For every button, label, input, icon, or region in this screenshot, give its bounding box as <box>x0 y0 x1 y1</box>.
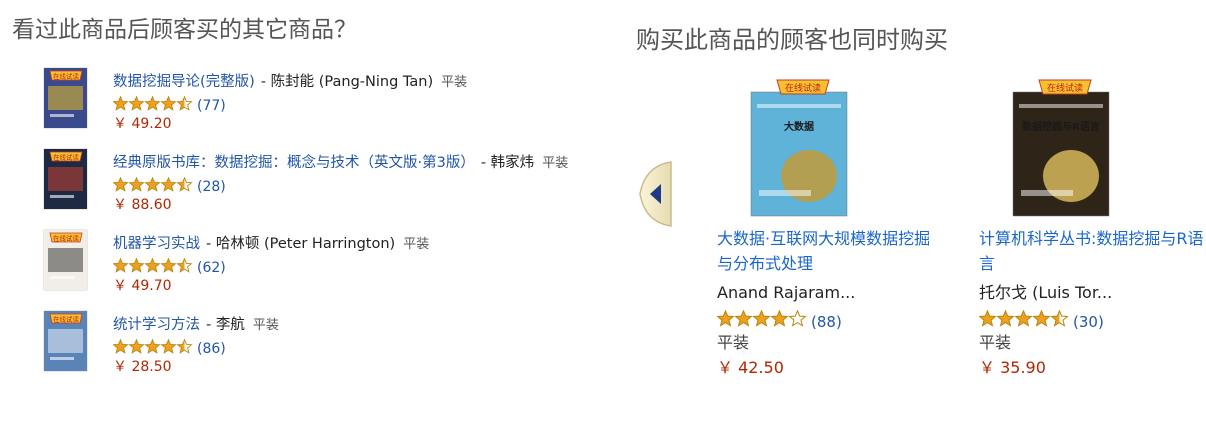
book-author: - 李航 <box>206 317 245 333</box>
others-bought-heading: 看过此商品后顾客买的其它商品？ <box>12 17 357 43</box>
star-icon <box>978 309 997 327</box>
star-icon <box>112 257 129 273</box>
book-cover-image[interactable]: 在线试读 <box>44 311 87 371</box>
others-bought-list: 在线试读 数据挖掘导论(完整版) - 陈封能 (Pang-Ning Tan) 平装 … <box>44 68 624 392</box>
star-icon <box>770 309 789 327</box>
list-item: 在线试读 数据挖掘导论(完整版) - 陈封能 (Pang-Ning Tan) 平装 … <box>44 68 624 149</box>
book-price: ￥ 35.90 <box>979 358 1046 377</box>
star-icon <box>160 338 177 354</box>
read-online-badge: 在线试读 <box>53 72 80 81</box>
star-icon <box>176 338 193 354</box>
star-icon <box>160 176 177 192</box>
cover-title: 数据挖掘与R语言 <box>1022 120 1100 133</box>
review-count-link[interactable]: (62) <box>197 260 226 276</box>
star-icon <box>1050 309 1069 327</box>
review-count-link[interactable]: (86) <box>197 341 226 357</box>
review-count-link[interactable]: (28) <box>197 179 226 195</box>
product-card: 数据挖掘与R语言 在线试读 计算机科学丛书:数据挖掘与R语言 托尔戈 (Luis … <box>978 78 1204 380</box>
read-online-badge: 在线试读 <box>53 315 80 324</box>
star-icon <box>144 176 161 192</box>
carousel-prev-button[interactable] <box>637 160 673 228</box>
book-cover-image[interactable]: 大数据 在线试读 <box>743 78 855 218</box>
star-icon <box>176 95 193 111</box>
book-price: ￥ 42.50 <box>717 358 784 377</box>
book-title-link[interactable]: 统计学习方法 <box>113 317 200 333</box>
book-author: - 哈林顿 (Peter Harrington) <box>206 236 396 252</box>
star-icon <box>112 176 129 192</box>
star-rating[interactable] <box>112 257 193 278</box>
star-rating[interactable] <box>978 309 1069 333</box>
book-binding: 平装 <box>403 237 430 252</box>
list-item: 在线试读 机器学习实战 - 哈林顿 (Peter Harrington) 平装 (6… <box>44 230 624 311</box>
book-price: ￥ 88.60 <box>113 197 172 213</box>
book-cover-image[interactable]: 在线试读 <box>44 149 87 209</box>
star-icon <box>996 309 1015 327</box>
book-binding: 平装 <box>441 75 468 90</box>
book-binding: 平装 <box>542 156 569 171</box>
book-author: 托尔戈 (Luis Tor... <box>979 283 1113 302</box>
star-icon <box>128 257 145 273</box>
star-icon <box>144 338 161 354</box>
book-binding: 平装 <box>717 333 750 352</box>
product-card: 大数据 在线试读 大数据·互联网大规模数据挖掘与分布式处理 Anand Rajar… <box>716 78 942 380</box>
star-icon <box>144 95 161 111</box>
list-item: 在线试读 经典原版书库：数据挖掘：概念与技术（英文版·第3版） - 韩家炜 平装 (… <box>44 149 624 230</box>
read-online-badge: 在线试读 <box>785 82 821 94</box>
chevron-left-icon <box>639 161 672 227</box>
read-online-badge: 在线试读 <box>53 153 80 162</box>
star-icon <box>176 257 193 273</box>
star-icon <box>752 309 771 327</box>
book-cover-image[interactable]: 数据挖掘与R语言 在线试读 <box>1005 78 1117 218</box>
also-bought-heading: 购买此商品的顾客也同时购买 <box>636 26 948 54</box>
book-author: - 韩家炜 <box>480 155 535 171</box>
review-count-link[interactable]: (88) <box>811 313 842 331</box>
star-rating[interactable] <box>112 176 193 197</box>
star-icon <box>128 95 145 111</box>
star-rating[interactable] <box>112 338 193 359</box>
review-count-link[interactable]: (30) <box>1073 313 1104 331</box>
book-author: - 陈封能 (Pang-Ning Tan) <box>260 74 434 90</box>
star-icon <box>112 338 129 354</box>
star-icon <box>1032 309 1051 327</box>
cover-title: 大数据 <box>784 120 814 133</box>
star-icon <box>112 95 129 111</box>
book-price: ￥ 49.20 <box>113 116 172 132</box>
book-title-link[interactable]: 大数据·互联网大规模数据挖掘与分布式处理 <box>717 226 942 276</box>
book-title-link[interactable]: 经典原版书库：数据挖掘：概念与技术（英文版·第3版） <box>113 155 475 171</box>
book-price: ￥ 49.70 <box>113 278 172 294</box>
book-cover-image[interactable]: 在线试读 <box>44 68 87 128</box>
book-price: ￥ 28.50 <box>113 359 172 375</box>
star-icon <box>160 95 177 111</box>
star-icon <box>160 257 177 273</box>
star-icon <box>716 309 735 327</box>
book-title-link[interactable]: 计算机科学丛书:数据挖掘与R语言 <box>979 226 1204 276</box>
list-item: 在线试读 统计学习方法 - 李航 平装 (86) ￥ 28.50 <box>44 311 624 392</box>
read-online-badge: 在线试读 <box>1047 82 1083 94</box>
book-cover-image[interactable]: 在线试读 <box>44 230 87 290</box>
book-title-link[interactable]: 数据挖掘导论(完整版) <box>113 74 255 90</box>
book-author: Anand Rajaram... <box>717 283 856 302</box>
star-icon <box>128 176 145 192</box>
star-icon <box>144 257 161 273</box>
book-title-link[interactable]: 机器学习实战 <box>113 236 200 252</box>
star-rating[interactable] <box>112 95 193 116</box>
star-icon <box>734 309 753 327</box>
read-online-badge: 在线试读 <box>53 234 80 243</box>
star-icon <box>128 338 145 354</box>
star-icon <box>1014 309 1033 327</box>
star-icon <box>176 176 193 192</box>
star-rating[interactable] <box>716 309 807 333</box>
book-binding: 平装 <box>979 333 1012 352</box>
book-binding: 平装 <box>252 318 279 333</box>
star-icon <box>788 309 807 327</box>
review-count-link[interactable]: (77) <box>197 98 226 114</box>
